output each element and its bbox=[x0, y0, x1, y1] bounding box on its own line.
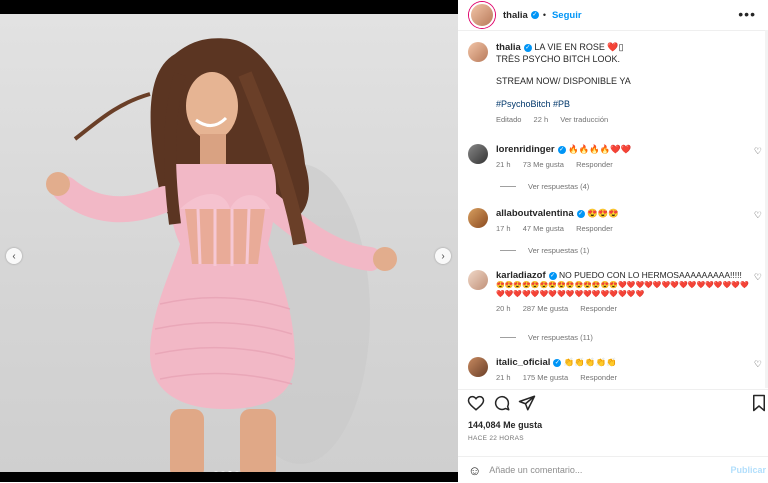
bottom-black-bar bbox=[0, 472, 458, 482]
post-actions bbox=[458, 389, 768, 416]
share-icon[interactable] bbox=[518, 394, 536, 412]
comment-time: 21 h bbox=[496, 160, 511, 169]
bookmark-icon[interactable] bbox=[751, 394, 767, 412]
comment-emoji: 😍😍😍😍😍😍😍😍😍😍😍😍😍😍❤️❤️❤️❤️❤️❤️❤️❤️❤️❤️❤️❤️❤️… bbox=[496, 282, 749, 298]
verified-icon: ✓ bbox=[548, 271, 557, 280]
chevron-right-icon: › bbox=[441, 250, 445, 262]
commenter-username[interactable]: lorenridinger bbox=[496, 144, 555, 155]
comment-likes[interactable]: 175 Me gusta bbox=[523, 373, 568, 382]
verified-icon: ✓ bbox=[530, 11, 539, 19]
reply-button[interactable]: Responder bbox=[580, 304, 617, 313]
comment-item: italic_oficial ✓ 👏👏👏👏👏 21 h 175 Me gusta … bbox=[468, 357, 768, 383]
verified-icon: ✓ bbox=[523, 43, 532, 52]
separator-dot: • bbox=[542, 10, 546, 20]
comment-like-icon[interactable]: ♡ bbox=[754, 272, 762, 283]
caption-time: 22 h bbox=[533, 115, 549, 124]
author-avatar[interactable] bbox=[469, 2, 495, 28]
photo-illustration bbox=[46, 38, 397, 472]
view-replies-label[interactable]: Ver respuestas (1) bbox=[528, 246, 589, 255]
commenter-username[interactable]: allaboutvalentina bbox=[496, 208, 574, 219]
commenter-avatar[interactable] bbox=[468, 357, 488, 377]
caption-line2: TRÈS PSYCHO BITCH LOOK. bbox=[496, 53, 621, 64]
view-replies-label[interactable]: Ver respuestas (11) bbox=[528, 333, 593, 342]
comment-text: NO PUEDO CON LO HERMOSAAAAAAAAA!!!!! bbox=[559, 270, 742, 280]
view-replies[interactable]: Ver respuestas (1) bbox=[500, 246, 589, 255]
comment-text: 👏👏👏👏👏 bbox=[563, 357, 617, 367]
chevron-left-icon: ‹ bbox=[12, 250, 16, 262]
comment-item: allaboutvalentina ✓ 😍😍😍 17 h 47 Me gusta … bbox=[468, 208, 768, 234]
follow-button[interactable]: Seguir bbox=[552, 10, 582, 21]
carousel-dot-active bbox=[228, 471, 232, 472]
comment-likes[interactable]: 287 Me gusta bbox=[523, 304, 568, 313]
carousel-dots bbox=[214, 471, 239, 472]
comment-like-icon[interactable]: ♡ bbox=[754, 359, 762, 370]
comment-like-icon[interactable]: ♡ bbox=[754, 210, 762, 221]
caption-hashtags[interactable]: #PsychoBitch #PB bbox=[496, 99, 631, 111]
commenter-username[interactable]: karladiazof bbox=[496, 270, 546, 281]
view-replies[interactable]: Ver respuestas (4) bbox=[500, 182, 589, 191]
caption-avatar[interactable] bbox=[468, 42, 488, 62]
view-replies-label[interactable]: Ver respuestas (4) bbox=[528, 182, 589, 191]
comment-time: 21 h bbox=[496, 373, 511, 382]
commenter-username[interactable]: italic_oficial bbox=[496, 357, 550, 368]
emoji-icon[interactable]: ☺ bbox=[468, 463, 481, 478]
caption-line1: LA VIE EN ROSE ❤️▯ bbox=[534, 42, 624, 52]
comment-likes[interactable]: 73 Me gusta bbox=[523, 160, 564, 169]
post-caption: thalia ✓ LA VIE EN ROSE ❤️▯ TRÈS PSYCHO B… bbox=[468, 42, 758, 126]
reply-button[interactable]: Responder bbox=[576, 224, 613, 233]
commenter-avatar[interactable] bbox=[468, 270, 488, 290]
next-image-button[interactable]: › bbox=[435, 248, 451, 264]
reply-button[interactable]: Responder bbox=[576, 160, 613, 169]
view-replies[interactable]: Ver respuestas (11) bbox=[500, 333, 593, 342]
commenter-avatar[interactable] bbox=[468, 144, 488, 164]
likes-number: 144,084 bbox=[468, 420, 501, 430]
post-header: thalia ✓ • Seguir ••• bbox=[458, 0, 768, 31]
post-photo[interactable]: ‹ › bbox=[0, 14, 458, 472]
verified-icon: ✓ bbox=[553, 358, 562, 367]
comment-text: 😍😍😍 bbox=[586, 208, 619, 218]
comment-like-icon[interactable]: ♡ bbox=[754, 146, 762, 157]
comment-icon[interactable] bbox=[493, 394, 511, 412]
caption-line3: STREAM NOW/ DISPONIBLE YA bbox=[496, 76, 631, 86]
reply-button[interactable]: Responder bbox=[580, 373, 617, 382]
post-details: thalia ✓ • Seguir ••• thalia ✓ LA VIE EN … bbox=[458, 0, 768, 482]
carousel-dot bbox=[214, 471, 218, 472]
translate-link[interactable]: Ver traducción bbox=[560, 115, 608, 124]
comment-text: 🔥🔥🔥🔥❤️❤️ bbox=[567, 144, 632, 154]
likes-count[interactable]: 144,084 Me gusta bbox=[468, 420, 542, 430]
comment-item: karladiazof ✓ NO PUEDO CON LO HERMOSAAAAA… bbox=[468, 270, 768, 314]
post-date: HACE 22 HORAS bbox=[468, 435, 524, 442]
comment-composer: ☺ Publicar bbox=[458, 456, 768, 483]
previous-image-button[interactable]: ‹ bbox=[6, 248, 22, 264]
comment-likes[interactable]: 47 Me gusta bbox=[523, 224, 564, 233]
caption-username[interactable]: thalia bbox=[496, 42, 521, 53]
carousel-dot bbox=[221, 471, 225, 472]
likes-label: Me gusta bbox=[503, 420, 543, 430]
comment-time: 20 h bbox=[496, 304, 511, 313]
carousel-dot bbox=[235, 471, 239, 472]
commenter-avatar[interactable] bbox=[468, 208, 488, 228]
edited-label: Editado bbox=[496, 115, 522, 124]
publish-button[interactable]: Publicar bbox=[730, 465, 766, 475]
comment-input[interactable] bbox=[487, 464, 712, 476]
author-username[interactable]: thalia bbox=[503, 10, 528, 21]
comment-time: 17 h bbox=[496, 224, 511, 233]
heart-icon[interactable] bbox=[467, 394, 485, 412]
verified-icon: ✓ bbox=[576, 209, 585, 218]
more-options-icon[interactable]: ••• bbox=[738, 6, 756, 22]
comment-item: lorenridinger ✓ 🔥🔥🔥🔥❤️❤️ 21 h 73 Me gusta… bbox=[468, 144, 768, 170]
verified-icon: ✓ bbox=[557, 145, 566, 154]
